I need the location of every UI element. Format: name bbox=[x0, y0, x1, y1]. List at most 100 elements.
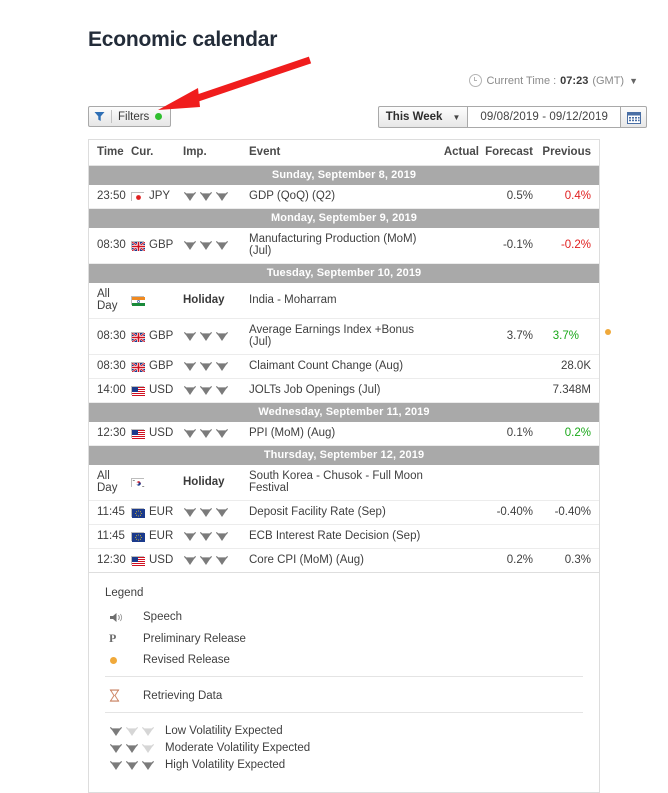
cell-event[interactable]: Manufacturing Production (MoM) (Jul) bbox=[249, 228, 429, 264]
flag-icon bbox=[131, 556, 144, 565]
cell-actual bbox=[429, 379, 479, 403]
cell-event[interactable]: South Korea - Chusok - Full Moon Festiva… bbox=[249, 465, 429, 501]
bull-icon bbox=[215, 331, 229, 342]
bull-icon bbox=[215, 428, 229, 439]
table-row[interactable]: 11:45 EUR Deposit Facility Rate (Sep) -0.… bbox=[89, 501, 599, 525]
legend-volatility-item: High Volatility Expected bbox=[105, 759, 599, 771]
table-row[interactable]: 12:30 USD Core CPI (MoM) (Aug)0.2%0.3% bbox=[89, 549, 599, 573]
calendar-picker-button[interactable] bbox=[621, 106, 647, 128]
current-time-value: 07:23 bbox=[560, 75, 588, 87]
day-header-row: Thursday, September 12, 2019 bbox=[89, 446, 599, 466]
currency-code: USD bbox=[149, 427, 173, 439]
table-row[interactable]: All Day HolidayIndia - Moharram bbox=[89, 283, 599, 319]
cell-forecast: -0.40% bbox=[479, 501, 533, 525]
bull-icon bbox=[199, 331, 213, 342]
previous-value: 7.348M bbox=[553, 384, 591, 396]
filters-button[interactable]: Filters bbox=[88, 106, 171, 127]
cell-event[interactable]: JOLTs Job Openings (Jul) bbox=[249, 379, 429, 403]
column-header-previous[interactable]: Previous bbox=[533, 140, 599, 166]
bull-icon bbox=[199, 555, 213, 566]
week-select[interactable]: This Week ▼ bbox=[378, 106, 469, 128]
legend-volatility-item: Low Volatility Expected bbox=[105, 725, 599, 737]
bull-icon bbox=[141, 743, 155, 754]
column-header-importance[interactable]: Imp. bbox=[183, 140, 249, 166]
bull-icon bbox=[215, 507, 229, 518]
legend-label: Preliminary Release bbox=[143, 633, 246, 645]
bull-icon bbox=[215, 361, 229, 372]
table-row[interactable]: 11:45 EUR ECB Interest Rate Decision (Se… bbox=[89, 525, 599, 549]
cell-event[interactable]: Deposit Facility Rate (Sep) bbox=[249, 501, 429, 525]
bull-icon bbox=[141, 726, 155, 737]
bull-icon bbox=[199, 507, 213, 518]
legend-label: Revised Release bbox=[143, 654, 230, 666]
table-row[interactable]: 08:30 GBP Claimant Count Change (Aug)28.… bbox=[89, 355, 599, 379]
cell-currency: EUR bbox=[131, 501, 183, 525]
legend-item-revised: Revised Release bbox=[105, 654, 599, 666]
table-row[interactable]: 23:50JPY GDP (QoQ) (Q2)0.5%0.4% bbox=[89, 185, 599, 209]
date-range-input[interactable]: 09/08/2019 - 09/12/2019 bbox=[468, 106, 621, 128]
cell-actual bbox=[429, 422, 479, 446]
table-row[interactable]: 08:30 GBP Manufacturing Production (MoM)… bbox=[89, 228, 599, 264]
cell-event[interactable]: PPI (MoM) (Aug) bbox=[249, 422, 429, 446]
cell-event[interactable]: GDP (QoQ) (Q2) bbox=[249, 185, 429, 209]
bull-icon bbox=[199, 385, 213, 396]
importance-icons bbox=[183, 428, 249, 439]
importance-icons bbox=[105, 726, 165, 737]
previous-value: -0.2% bbox=[561, 239, 591, 251]
table-row[interactable]: 12:30 USD PPI (MoM) (Aug)0.1%0.2% bbox=[89, 422, 599, 446]
cell-actual bbox=[429, 549, 479, 573]
cell-event[interactable]: ECB Interest Rate Decision (Sep) bbox=[249, 525, 429, 549]
importance-icons bbox=[183, 507, 249, 518]
cell-previous: -0.2% bbox=[533, 228, 599, 264]
table-row[interactable]: 14:00 USD JOLTs Job Openings (Jul)7.348M bbox=[89, 379, 599, 403]
table-row[interactable]: All Day HolidaySouth Korea - Chusok - Fu… bbox=[89, 465, 599, 501]
cell-time: 11:45 bbox=[89, 501, 131, 525]
currency-code: GBP bbox=[149, 360, 173, 372]
legend-title: Legend bbox=[105, 587, 599, 599]
bull-icon bbox=[215, 385, 229, 396]
previous-value: -0.40% bbox=[555, 506, 591, 518]
cell-previous: 0.2% bbox=[533, 422, 599, 446]
currency-code: EUR bbox=[149, 506, 173, 518]
legend-volatility-item: Moderate Volatility Expected bbox=[105, 742, 599, 754]
flag-icon bbox=[131, 296, 144, 305]
bull-icon bbox=[125, 726, 139, 737]
cell-actual bbox=[429, 283, 479, 319]
table-row[interactable]: 08:30 GBP Average Earnings Index +Bonus … bbox=[89, 319, 599, 355]
cell-importance: Holiday bbox=[183, 283, 249, 319]
cell-importance bbox=[183, 319, 249, 355]
cell-currency: USD bbox=[131, 549, 183, 573]
bull-icon bbox=[183, 507, 197, 518]
cell-event[interactable]: Claimant Count Change (Aug) bbox=[249, 355, 429, 379]
previous-value: 0.4% bbox=[565, 190, 591, 202]
flag-icon bbox=[131, 192, 144, 201]
importance-icons bbox=[183, 555, 249, 566]
chevron-down-icon[interactable]: ▼ bbox=[629, 76, 638, 86]
day-header-row: Monday, September 9, 2019 bbox=[89, 209, 599, 229]
bull-icon bbox=[215, 531, 229, 542]
column-header-actual[interactable]: Actual bbox=[429, 140, 479, 166]
cell-forecast bbox=[479, 283, 533, 319]
cell-event[interactable]: India - Moharram bbox=[249, 283, 429, 319]
legend-item-retrieving: Retrieving Data bbox=[105, 689, 599, 702]
cell-event[interactable]: Core CPI (MoM) (Aug) bbox=[249, 549, 429, 573]
legend-label: Retrieving Data bbox=[143, 690, 222, 702]
bull-icon bbox=[183, 531, 197, 542]
cell-previous bbox=[533, 283, 599, 319]
column-header-currency[interactable]: Cur. bbox=[131, 140, 183, 166]
filters-active-indicator bbox=[155, 113, 162, 120]
bull-icon bbox=[183, 240, 197, 251]
cell-importance bbox=[183, 501, 249, 525]
cell-event[interactable]: Average Earnings Index +Bonus (Jul) bbox=[249, 319, 429, 355]
current-time-display[interactable]: Current Time : 07:23 (GMT) ▼ bbox=[469, 74, 638, 87]
cell-previous: 7.348M bbox=[533, 379, 599, 403]
legend-label: Moderate Volatility Expected bbox=[165, 742, 310, 754]
cell-previous: 0.4% bbox=[533, 185, 599, 209]
cell-importance bbox=[183, 422, 249, 446]
flag-icon bbox=[131, 532, 144, 541]
divider bbox=[111, 110, 112, 123]
cell-time: 08:30 bbox=[89, 319, 131, 355]
column-header-event[interactable]: Event bbox=[249, 140, 429, 166]
column-header-time[interactable]: Time bbox=[89, 140, 131, 166]
column-header-forecast[interactable]: Forecast bbox=[479, 140, 533, 166]
